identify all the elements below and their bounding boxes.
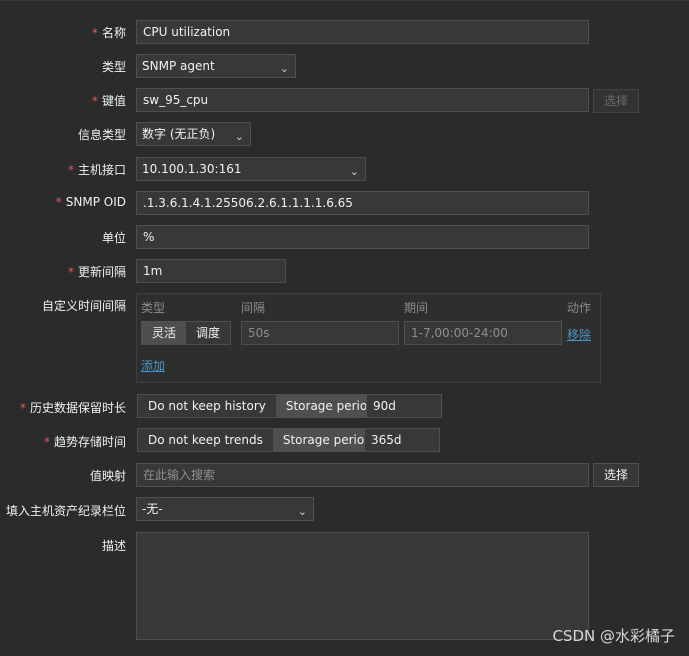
- inventory-select[interactable]: -无- ⌄: [136, 497, 314, 521]
- update-interval-input[interactable]: 1m: [136, 259, 286, 283]
- col-header-interval: 间隔: [241, 301, 266, 315]
- flexible-option[interactable]: 灵活: [142, 322, 187, 344]
- trends-toggle: Do not keep trends Storage period: [137, 428, 383, 452]
- chevron-down-icon: ⌄: [349, 165, 359, 178]
- interval-input[interactable]: 50s: [241, 321, 399, 345]
- chevron-down-icon: ⌄: [297, 505, 307, 518]
- chevron-down-icon: ⌄: [234, 130, 244, 143]
- no-history-option[interactable]: Do not keep history: [138, 395, 276, 417]
- type-label: 类型: [101, 60, 126, 74]
- description-textarea[interactable]: [136, 532, 589, 640]
- value-map-select-button[interactable]: 选择: [593, 463, 639, 487]
- units-label: 单位: [101, 231, 126, 245]
- inventory-label: 填入主机资产纪录栏位: [5, 504, 126, 518]
- value-map-label: 值映射: [89, 469, 126, 483]
- key-label: * 键值: [91, 94, 126, 108]
- add-link[interactable]: 添加: [141, 357, 165, 374]
- name-input[interactable]: CPU utilization: [136, 20, 589, 44]
- type-select[interactable]: SNMP agent ⌄: [136, 54, 296, 78]
- update-interval-label: * 更新间隔: [67, 265, 126, 279]
- key-select-button[interactable]: 选择: [593, 89, 639, 113]
- history-input[interactable]: 90d: [366, 394, 442, 418]
- period-input[interactable]: 1-7,00:00-24:00: [404, 321, 562, 345]
- history-label: * 历史数据保留时长: [19, 401, 126, 415]
- info-type-label: 信息类型: [77, 128, 126, 142]
- host-interface-select[interactable]: 10.100.1.30:161 ⌄: [136, 157, 366, 181]
- col-header-action: 动作: [567, 301, 592, 315]
- value-map-input[interactable]: 在此输入搜索: [136, 463, 589, 487]
- host-interface-label: * 主机接口: [67, 163, 126, 177]
- watermark: CSDN @水彩橘子: [552, 627, 675, 645]
- key-input[interactable]: sw_95_cpu: [136, 88, 589, 112]
- description-label: 描述: [101, 539, 126, 553]
- snmp-oid-label: * SNMP OID: [55, 195, 126, 209]
- trends-input[interactable]: 365d: [364, 428, 440, 452]
- interval-type-toggle: 灵活 调度: [141, 321, 232, 345]
- no-trends-option[interactable]: Do not keep trends: [138, 429, 273, 451]
- trends-label: * 趋势存储时间: [43, 435, 126, 449]
- chevron-down-icon: ⌄: [279, 62, 289, 75]
- remove-link[interactable]: 移除: [567, 326, 591, 343]
- snmp-oid-input[interactable]: .1.3.6.1.4.1.25506.2.6.1.1.1.1.6.65: [136, 191, 589, 215]
- scheduling-option[interactable]: 调度: [186, 322, 231, 344]
- name-label: * 名称: [91, 26, 126, 40]
- custom-intervals-label: 自定义时间间隔: [41, 299, 126, 313]
- units-input[interactable]: %: [136, 225, 589, 249]
- col-header-period: 期间: [404, 301, 429, 315]
- history-toggle: Do not keep history Storage period: [137, 394, 386, 418]
- info-type-select[interactable]: 数字 (无正负) ⌄: [136, 122, 251, 146]
- col-header-type: 类型: [141, 301, 166, 315]
- top-divider: [0, 0, 689, 1]
